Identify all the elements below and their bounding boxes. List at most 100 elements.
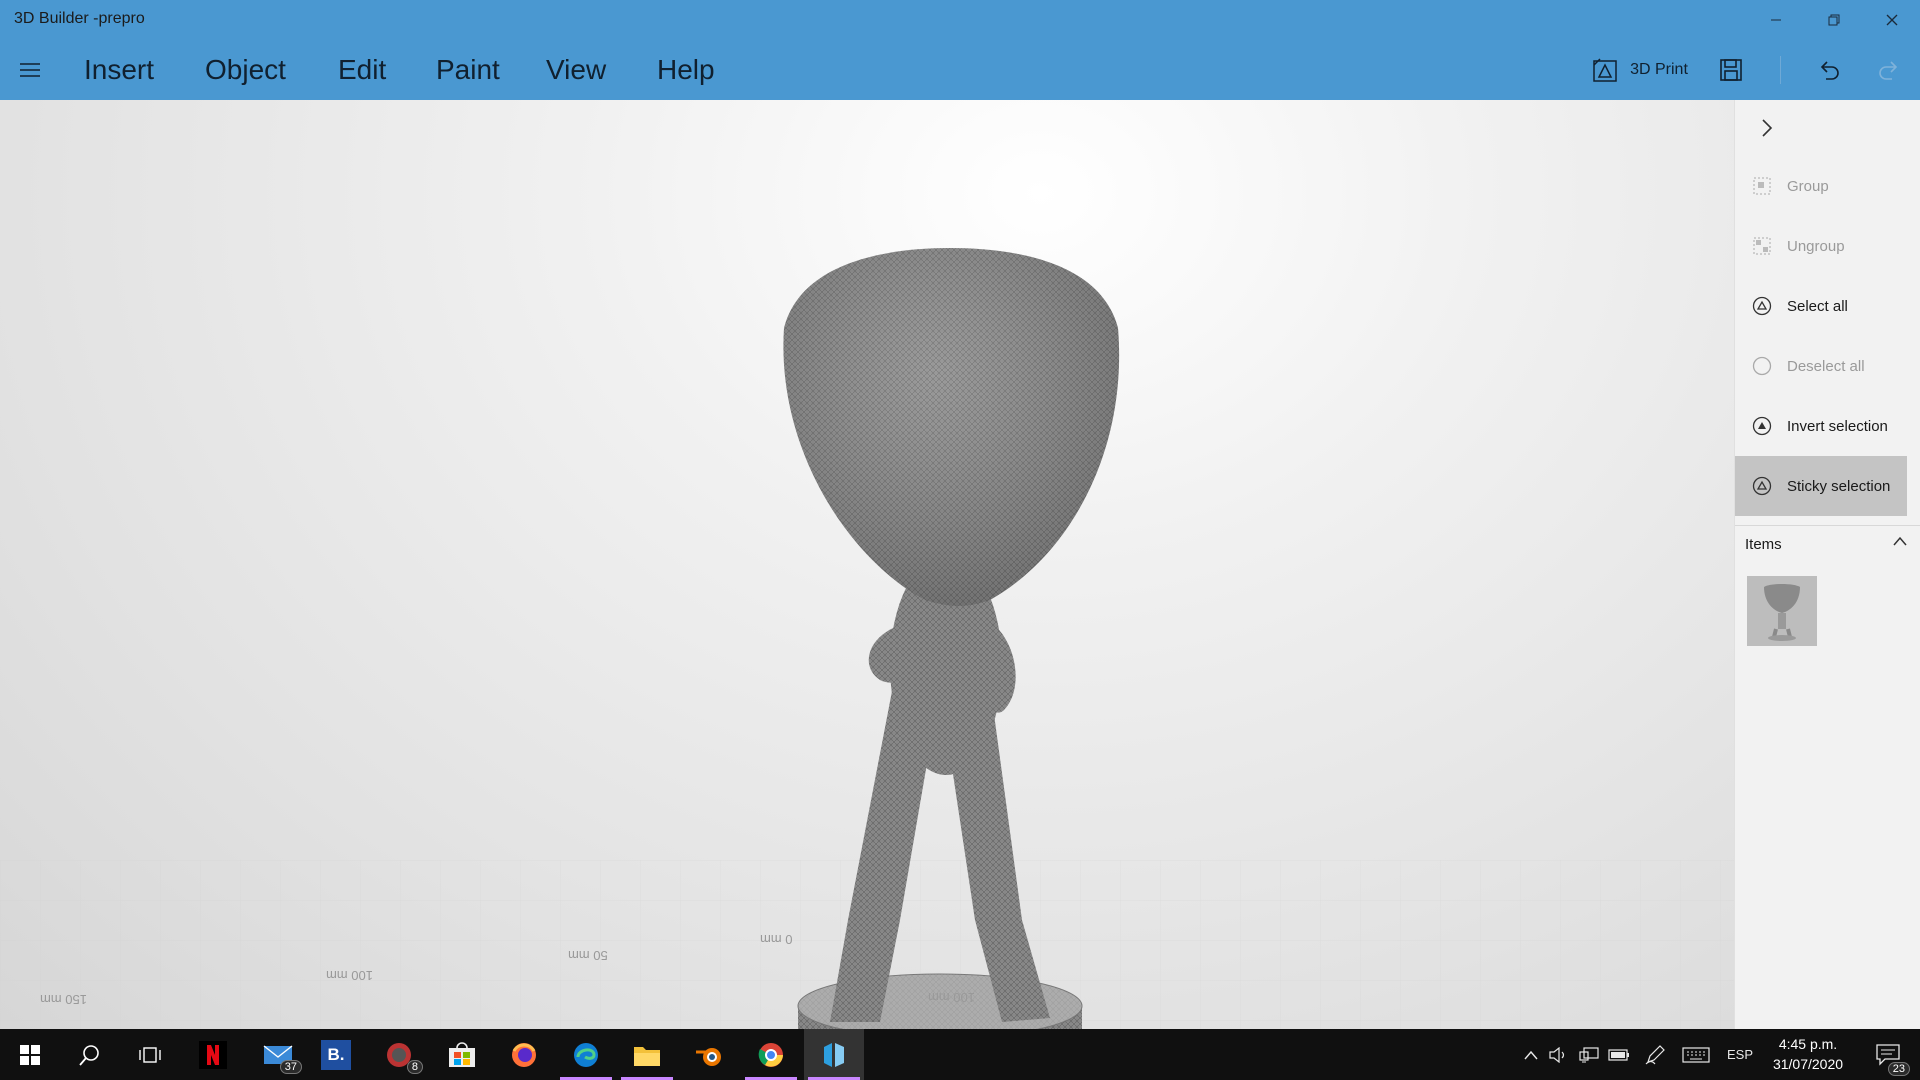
menu-help[interactable]: Help [657,54,715,86]
taskbar-mail[interactable]: 37 [248,1029,308,1080]
action-center-button[interactable]: 23 [1866,1029,1910,1080]
keyboard-icon [1682,1046,1710,1063]
clock[interactable]: 4:45 p.m. 31/07/2020 [1760,1034,1856,1074]
3d-builder-icon [824,1042,844,1067]
edge-icon [574,1042,598,1067]
taskbar-netflix[interactable] [183,1029,243,1080]
title-bar: 3D Builder -prepro [0,0,1920,40]
taskbar-app-8[interactable]: 8 [369,1029,429,1080]
minimize-icon [1771,19,1781,21]
collapse-panel-button[interactable] [1753,114,1781,142]
network-button[interactable] [1576,1029,1602,1080]
clock-date: 31/07/2020 [1772,1056,1844,1072]
touch-keyboard-button[interactable] [1680,1029,1712,1080]
scene [0,248,1734,1029]
taskbar-edge[interactable] [556,1029,616,1080]
menu-object[interactable]: Object [205,54,286,86]
show-hidden-icons-button[interactable] [1518,1029,1544,1080]
deselect-all-button[interactable]: Deselect all [1735,337,1907,395]
group-icon [1751,175,1773,197]
sticky-selection-icon [1751,475,1773,497]
sticky-selection-button[interactable]: Sticky selection [1735,456,1907,516]
select-all-button[interactable]: Select all [1735,277,1907,335]
minimize-button[interactable] [1748,0,1804,40]
battery-button[interactable] [1606,1029,1632,1080]
toolbar-divider [1780,56,1781,84]
save-icon [1720,59,1742,81]
chevron-up-icon [1524,1050,1538,1059]
model-thumbnail-icon [1764,584,1800,641]
ungroup-label: Ungroup [1787,237,1845,255]
battery-icon [1608,1048,1629,1061]
redo-icon [1879,61,1898,80]
taskbar-booking[interactable]: B. [306,1029,366,1080]
ruler-label: 0 mm [760,932,793,947]
group-label: Group [1787,177,1829,195]
taskbar-blender[interactable] [679,1029,739,1080]
menu-view[interactable]: View [546,54,606,86]
menu-edit[interactable]: Edit [338,54,386,86]
start-button[interactable] [0,1029,60,1080]
select-all-icon [1751,295,1773,317]
close-icon [1886,14,1898,26]
taskbar-3d-builder[interactable] [804,1029,864,1080]
mail-badge: 37 [279,1060,302,1074]
3d-print-icon [1593,58,1617,82]
taskbar-store[interactable] [432,1029,492,1080]
taskbar-file-explorer[interactable] [617,1029,677,1080]
search-icon [79,1044,99,1066]
volume-button[interactable] [1546,1029,1572,1080]
group-button[interactable]: Group [1735,157,1907,215]
network-icon [1579,1046,1599,1062]
chevron-right-icon [1762,119,1773,137]
window-title: 3D Builder -prepro [14,10,145,27]
sticky-selection-label: Sticky selection [1787,477,1891,495]
app-badge: 8 [406,1060,423,1074]
redo-button[interactable] [1872,50,1906,90]
undo-icon [1820,61,1839,80]
3d-print-button[interactable]: 3D Print [1586,50,1694,90]
folder-icon [634,1046,660,1066]
3d-viewport[interactable]: 150 mm 100 mm 50 mm 0 mm 100 mm [0,100,1734,1029]
items-section-header[interactable]: Items [1735,525,1920,561]
invert-selection-button[interactable]: Invert selection [1735,397,1907,455]
pen-workspace-button[interactable] [1642,1029,1668,1080]
save-button[interactable] [1714,50,1748,90]
firefox-icon [512,1042,536,1067]
booking-icon: B. [321,1039,351,1070]
input-language-button[interactable]: ESP [1724,1029,1756,1080]
windows-logo-icon [20,1044,40,1065]
chevron-up-icon [1893,536,1907,546]
taskbar-chrome[interactable] [741,1029,801,1080]
pen-icon [1645,1044,1665,1064]
restore-button[interactable] [1806,0,1862,40]
deselect-all-label: Deselect all [1787,357,1865,375]
3d-print-label: 3D Print [1630,61,1688,78]
items-label: Items [1745,536,1782,553]
netflix-icon [199,1040,227,1069]
ruler-label: 150 mm [40,992,87,1007]
task-view-button[interactable] [120,1029,180,1080]
search-button[interactable] [60,1029,120,1080]
chrome-icon [758,1042,783,1067]
menu-paint[interactable]: Paint [436,54,500,86]
invert-selection-icon [1751,415,1773,437]
menu-bar: Insert Object Edit Paint View Help 3D Pr… [0,40,1920,100]
ungroup-icon [1751,235,1773,257]
invert-selection-label: Invert selection [1787,417,1888,435]
taskbar-firefox[interactable] [494,1029,554,1080]
ruler-label: 100 mm [326,968,373,983]
ruler-label: 50 mm [568,948,608,963]
menu-insert[interactable]: Insert [84,54,154,86]
selection-panel: Group Ungroup Select all Deselect all In… [1734,100,1920,1029]
task-view-icon [139,1046,161,1063]
undo-button[interactable] [1812,50,1846,90]
model-right-arm [983,620,1016,713]
item-thumbnail[interactable] [1747,576,1817,646]
hamburger-icon [20,63,40,77]
notification-count-badge: 23 [1887,1062,1910,1076]
ungroup-button[interactable]: Ungroup [1735,217,1907,275]
speaker-icon [1549,1046,1565,1063]
hamburger-menu-button[interactable] [12,52,48,88]
close-button[interactable] [1864,0,1920,40]
